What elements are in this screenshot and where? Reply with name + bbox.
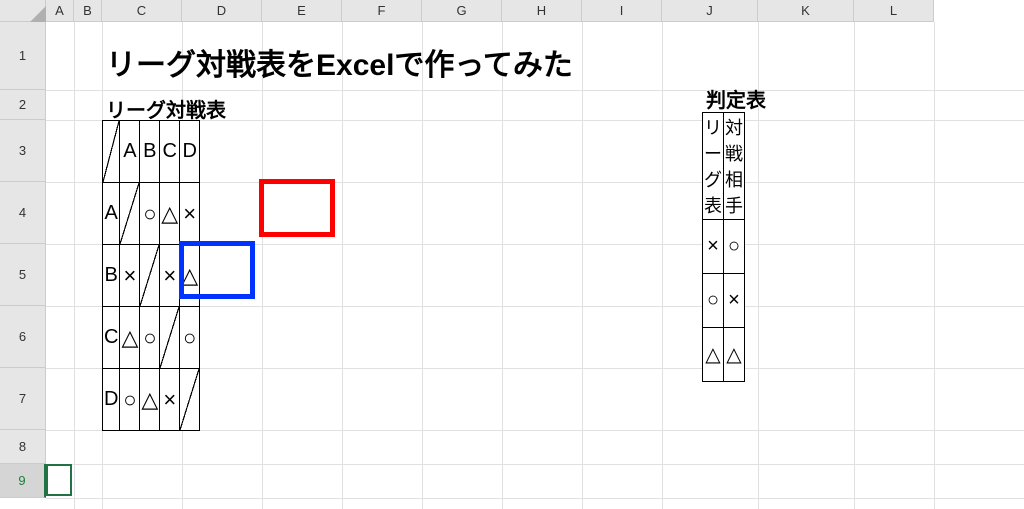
judge-cell-r0-c0[interactable]: × [703,220,724,274]
league-cell-r1-c0[interactable]: × [120,245,140,307]
league-cell-r0-c1[interactable]: ○ [140,183,160,245]
column-header-H[interactable]: H [502,0,582,22]
row-header-8[interactable]: 8 [0,430,46,464]
league-col-header-B[interactable]: B [140,121,160,183]
column-header-I[interactable]: I [582,0,662,22]
column-header-D[interactable]: D [182,0,262,22]
judge-header-1[interactable]: 対戦相手 [724,113,745,220]
league-cell-r3-c2[interactable]: × [160,369,180,431]
row-header-6[interactable]: 6 [0,306,46,368]
row-header-3[interactable]: 3 [0,120,46,182]
league-cell-r1-c1[interactable] [140,245,160,307]
judge-cell-r1-c0[interactable]: ○ [703,274,724,328]
league-cell-r0-c2[interactable]: △ [160,183,180,245]
league-cell-r2-c2[interactable] [160,307,180,369]
league-cell-r0-c3[interactable]: × [180,183,200,245]
highlight-red [259,179,335,237]
judge-cell-r2-c1[interactable]: △ [724,328,745,382]
column-header-J[interactable]: J [662,0,758,22]
column-header-B[interactable]: B [74,0,102,22]
judge-header-0[interactable]: リーグ表 [703,113,724,220]
row-header-2[interactable]: 2 [0,90,46,120]
row-header-5[interactable]: 5 [0,244,46,306]
league-cell-r0-c0[interactable] [120,183,140,245]
select-all-corner[interactable] [0,0,46,22]
league-row-header-A[interactable]: A [103,183,120,245]
league-cell-r3-c3[interactable] [180,369,200,431]
column-header-F[interactable]: F [342,0,422,22]
judge-cell-r2-c0[interactable]: △ [703,328,724,382]
active-cell-indicator [46,464,72,496]
row-header-4[interactable]: 4 [0,182,46,244]
column-header-L[interactable]: L [854,0,934,22]
league-cell-r2-c1[interactable]: ○ [140,307,160,369]
league-table-label: リーグ対戦表 [106,94,226,123]
judge-table: リーグ表対戦相手×○○×△△ [702,112,745,382]
page-title: リーグ対戦表をExcelで作ってみた [106,40,573,84]
column-header-K[interactable]: K [758,0,854,22]
column-header-C[interactable]: C [102,0,182,22]
league-cell-r1-c2[interactable]: × [160,245,180,307]
league-cell-r3-c0[interactable]: ○ [120,369,140,431]
league-col-header-A[interactable]: A [120,121,140,183]
column-header-row: ABCDEFGHIJKL [46,0,934,22]
judge-table-label: 判定表 [706,84,766,113]
league-col-header-C[interactable]: C [160,121,180,183]
row-header-7[interactable]: 7 [0,368,46,430]
league-row-header-B[interactable]: B [103,245,120,307]
league-cell-r1-c3[interactable]: △ [180,245,200,307]
column-header-E[interactable]: E [262,0,342,22]
row-header-1[interactable]: 1 [0,22,46,90]
judge-cell-r0-c1[interactable]: ○ [724,220,745,274]
column-header-G[interactable]: G [422,0,502,22]
column-header-A[interactable]: A [46,0,74,22]
league-col-header-D[interactable]: D [180,121,200,183]
league-cell-r2-c0[interactable]: △ [120,307,140,369]
league-corner-cell[interactable] [103,121,120,183]
league-table: ABCDA○△×B××△C△○○D○△× [102,120,200,431]
league-row-header-D[interactable]: D [103,369,120,431]
league-row-header-C[interactable]: C [103,307,120,369]
row-header-column: 123456789 [0,22,46,498]
league-cell-r2-c3[interactable]: ○ [180,307,200,369]
spreadsheet-sheet: ABCDEFGHIJKL 123456789 リーグ対戦表をExcelで作ってみ… [0,0,1024,509]
league-cell-r3-c1[interactable]: △ [140,369,160,431]
row-header-9[interactable]: 9 [0,464,46,498]
judge-cell-r1-c1[interactable]: × [724,274,745,328]
